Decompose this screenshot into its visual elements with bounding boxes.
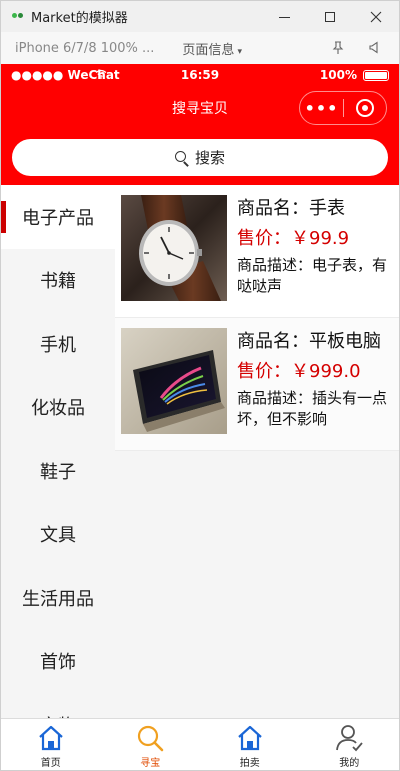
product-price: 售价：￥999.0 [237,361,361,382]
category-item-shoes[interactable]: 鞋子 [1,439,115,503]
product-card[interactable]: 商品名：手表 售价：￥99.9 商品描述：电子表，有哒哒声 [115,185,399,318]
more-menu-button[interactable]: ••• [300,99,343,118]
product-info: 商品名：平板电脑 售价：￥999.0 商品描述：插头有一点坏，但不影响 [237,330,395,430]
battery-icon [363,70,389,81]
target-icon [355,99,374,117]
simulator-toolbar: iPhone 6/7/8 100% ... 页面信息 ▾ [0,32,400,64]
user-icon [336,725,363,752]
category-item-antiques[interactable]: 文物 [1,693,115,718]
home-icon [238,725,262,751]
window-title: Market的模拟器 [31,11,128,26]
product-info: 商品名：手表 售价：￥99.9 商品描述：电子表，有哒哒声 [237,197,395,297]
product-list: 商品名：手表 售价：￥99.9 商品描述：电子表，有哒哒声 商品名：平板电脑 售… [115,185,399,718]
tab-label: 拍卖 [239,758,260,769]
tab-label: 首页 [40,758,61,769]
home-icon [39,725,63,751]
product-name: 商品名：平板电脑 [237,331,381,352]
tab-label: 我的 [339,758,360,769]
category-item-books[interactable]: 书籍 [1,249,115,313]
product-description: 商品描述：电子表，有哒哒声 [237,256,388,295]
page-info-dropdown[interactable]: 页面信息 ▾ [182,39,242,58]
status-bar: ●●●●● WeChat 16:59 100% [1,64,399,86]
tab-mine[interactable]: 我的 [300,719,400,770]
navigation-bar: 搜寻宝贝 ••• [1,86,399,130]
search-placeholder: 搜索 [194,149,225,167]
search-icon [174,150,189,165]
category-item-phones[interactable]: 手机 [1,312,115,376]
category-item-cosmetics[interactable]: 化妆品 [1,376,115,440]
chevron-down-icon: ▾ [237,46,242,57]
category-item-jewelry[interactable]: 首饰 [1,630,115,694]
category-item-stationery[interactable]: 文具 [1,503,115,567]
page-info-label: 页面信息 [182,42,235,58]
window-titlebar: Market的模拟器 [0,0,400,32]
tab-treasure-hunt[interactable]: 寻宝 [101,719,201,770]
close-miniprogram-button[interactable] [344,99,386,117]
category-item-electronics[interactable]: 电子产品 [1,185,115,249]
product-card[interactable]: 商品名：平板电脑 售价：￥999.0 商品描述：插头有一点坏，但不影响 [115,318,399,451]
product-name: 商品名：手表 [237,198,345,219]
close-button[interactable] [353,1,399,33]
maximize-button[interactable] [307,1,353,33]
battery-percent: 100% [319,68,357,82]
maximize-icon [325,12,335,22]
close-icon [370,11,382,23]
tab-home[interactable]: 首页 [1,719,101,770]
phone-screen: ●●●●● WeChat 16:59 100% 搜寻宝贝 ••• 搜索 电子产品… [0,64,400,771]
pin-icon[interactable] [331,41,345,55]
app-icon [11,10,25,24]
search-icon [138,725,164,752]
miniprogram-capsule: ••• [299,91,387,125]
category-item-daily-goods[interactable]: 生活用品 [1,566,115,630]
search-input[interactable]: 搜索 [12,139,388,176]
product-image-wristwatch [121,195,227,301]
category-menu: 电子产品 书籍 手机 化妆品 鞋子 文具 生活用品 首饰 文物 [1,185,115,718]
product-description: 商品描述：插头有一点坏，但不影响 [237,389,388,428]
product-image-tablet [121,328,227,434]
tab-label: 寻宝 [140,758,161,769]
minimize-button[interactable] [261,1,307,33]
search-bar-container: 搜索 [1,130,399,185]
speaker-icon[interactable] [367,41,381,55]
tab-auction[interactable]: 拍卖 [200,719,300,770]
device-selector[interactable]: iPhone 6/7/8 100% ... [15,41,154,56]
tab-bar: 首页 寻宝 拍卖 我的 [1,718,400,770]
product-price: 售价：￥99.9 [237,228,350,249]
minimize-icon [278,16,290,18]
